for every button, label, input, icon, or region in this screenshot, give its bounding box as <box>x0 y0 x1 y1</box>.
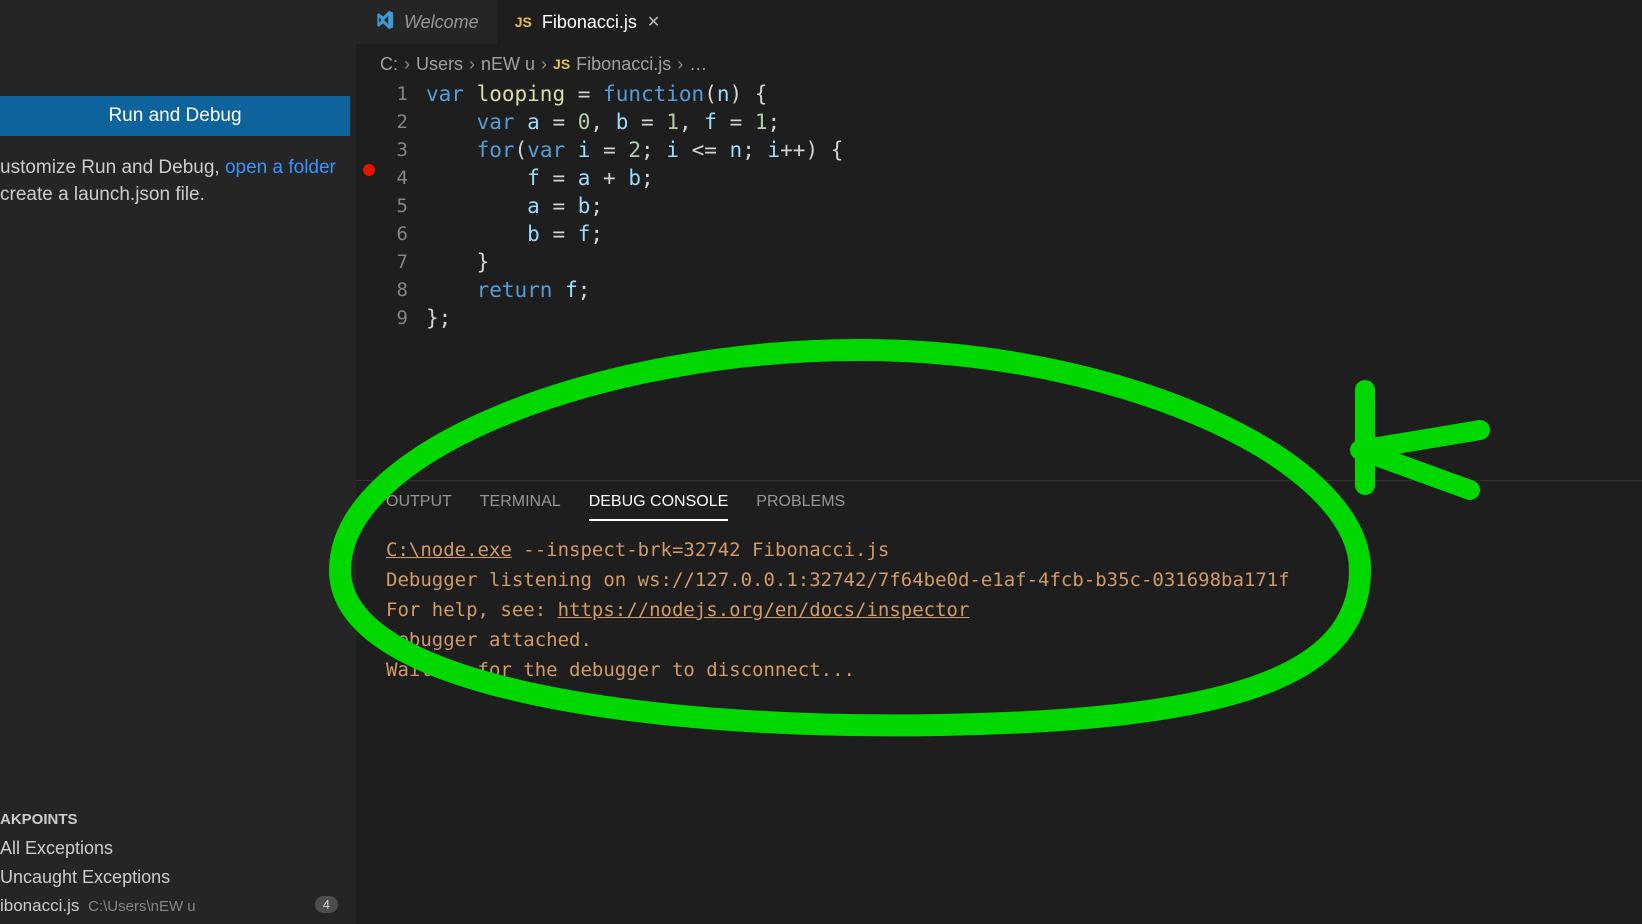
help-text-prefix: ustomize Run and Debug, <box>0 157 225 178</box>
bc-newu[interactable]: nEW u <box>481 54 535 75</box>
editor-line[interactable]: 3 for(var i = 2; i <= n; i++) { <box>356 136 1642 164</box>
chevron-right-icon: › <box>541 54 547 75</box>
editor-tabs: Welcome JS Fibonacci.js ✕ <box>356 0 678 44</box>
open-folder-link[interactable]: open a folder <box>225 157 336 178</box>
editor-line[interactable]: 5 a = b; <box>356 192 1642 220</box>
editor-line[interactable]: 9}; <box>356 304 1642 332</box>
code-content[interactable]: var looping = function(n) { <box>426 80 767 108</box>
code-content[interactable]: var a = 0, b = 1, f = 1; <box>426 108 780 136</box>
breakpoints-file-entry[interactable]: ibonacci.js C:\Users\nEW u 4 <box>0 892 356 920</box>
bp-file-line-badge: 4 <box>315 896 338 913</box>
chevron-right-icon: › <box>469 54 475 75</box>
line-number: 8 <box>382 276 426 304</box>
code-content[interactable]: a = b; <box>426 192 603 220</box>
breakpoints-header[interactable]: AKPOINTS <box>0 805 356 834</box>
editor-line[interactable]: 6 b = f; <box>356 220 1642 248</box>
js-file-icon: JS <box>515 14 532 30</box>
editor-line[interactable]: 8 return f; <box>356 276 1642 304</box>
bottom-panel: OUTPUT TERMINAL DEBUG CONSOLE PROBLEMS C… <box>356 480 1642 924</box>
breadcrumb[interactable]: C: › Users › nEW u › JS Fibonacci.js › … <box>380 50 707 78</box>
code-editor[interactable]: 1var looping = function(n) {2 var a = 0,… <box>356 80 1642 332</box>
breakpoints-section: AKPOINTS All Exceptions Uncaught Excepti… <box>0 805 356 924</box>
code-content[interactable]: }; <box>426 304 451 332</box>
breakpoint-dot-icon[interactable] <box>363 164 375 176</box>
line-number: 6 <box>382 220 426 248</box>
bc-ellipsis[interactable]: … <box>689 54 707 75</box>
line-number: 4 <box>382 164 426 192</box>
dbg-help-prefix: For help, see: <box>386 599 558 621</box>
node-exe-link[interactable]: C:\node.exe <box>386 539 512 561</box>
debug-sidebar-help-text: ustomize Run and Debug, open a folder cr… <box>0 154 350 208</box>
close-icon[interactable]: ✕ <box>647 12 660 32</box>
bc-file[interactable]: Fibonacci.js <box>576 54 671 75</box>
line-number: 3 <box>382 136 426 164</box>
dbg-listening-line: Debugger listening on ws://127.0.0.1:327… <box>386 565 1612 595</box>
code-content[interactable]: } <box>426 248 489 276</box>
breakpoints-uncaught-exceptions[interactable]: Uncaught Exceptions <box>0 863 356 892</box>
code-content[interactable]: return f; <box>426 276 590 304</box>
js-file-icon: JS <box>553 56 570 72</box>
tab-welcome-label: Welcome <box>404 12 479 33</box>
line-number: 5 <box>382 192 426 220</box>
dbg-attached-line: Debugger attached. <box>386 625 1612 655</box>
bp-file-name: ibonacci.js <box>0 896 79 915</box>
tab-fibonacci[interactable]: JS Fibonacci.js ✕ <box>497 0 679 44</box>
dbg-help-link[interactable]: https://nodejs.org/en/docs/inspector <box>558 599 970 621</box>
sidebar-debug: Run and Debug ustomize Run and Debug, op… <box>0 0 356 924</box>
editor-line[interactable]: 7 } <box>356 248 1642 276</box>
panel-tabs: OUTPUT TERMINAL DEBUG CONSOLE PROBLEMS <box>356 481 1642 521</box>
line-number: 2 <box>382 108 426 136</box>
bc-users[interactable]: Users <box>416 54 463 75</box>
tab-fibonacci-label: Fibonacci.js <box>542 12 637 33</box>
tab-welcome[interactable]: Welcome <box>356 0 497 44</box>
bp-file-path: C:\Users\nEW u <box>88 898 196 915</box>
panel-tab-terminal[interactable]: TERMINAL <box>480 493 561 521</box>
line-number: 9 <box>382 304 426 332</box>
node-args: --inspect-brk=32742 Fibonacci.js <box>512 539 890 561</box>
help-text-suffix: create a launch.json file. <box>0 184 205 205</box>
breakpoints-all-exceptions[interactable]: All Exceptions <box>0 834 356 863</box>
editor-line[interactable]: 4 f = a + b; <box>356 164 1642 192</box>
panel-tab-debug-console[interactable]: DEBUG CONSOLE <box>589 493 729 521</box>
breakpoint-gutter[interactable] <box>356 164 382 176</box>
editor-line[interactable]: 1var looping = function(n) { <box>356 80 1642 108</box>
panel-tab-problems[interactable]: PROBLEMS <box>756 493 845 521</box>
code-content[interactable]: for(var i = 2; i <= n; i++) { <box>426 136 843 164</box>
code-content[interactable]: b = f; <box>426 220 603 248</box>
chevron-right-icon: › <box>404 54 410 75</box>
chevron-right-icon: › <box>677 54 683 75</box>
debug-console-content[interactable]: C:\node.exe --inspect-brk=32742 Fibonacc… <box>356 521 1642 699</box>
dbg-waiting-line: Waiting for the debugger to disconnect..… <box>386 655 1612 685</box>
bc-drive[interactable]: C: <box>380 54 398 75</box>
vscode-icon <box>374 10 394 35</box>
editor-line[interactable]: 2 var a = 0, b = 1, f = 1; <box>356 108 1642 136</box>
code-content[interactable]: f = a + b; <box>426 164 654 192</box>
line-number: 1 <box>382 80 426 108</box>
line-number: 7 <box>382 248 426 276</box>
panel-tab-output[interactable]: OUTPUT <box>386 493 452 521</box>
run-and-debug-button[interactable]: Run and Debug <box>0 96 350 136</box>
